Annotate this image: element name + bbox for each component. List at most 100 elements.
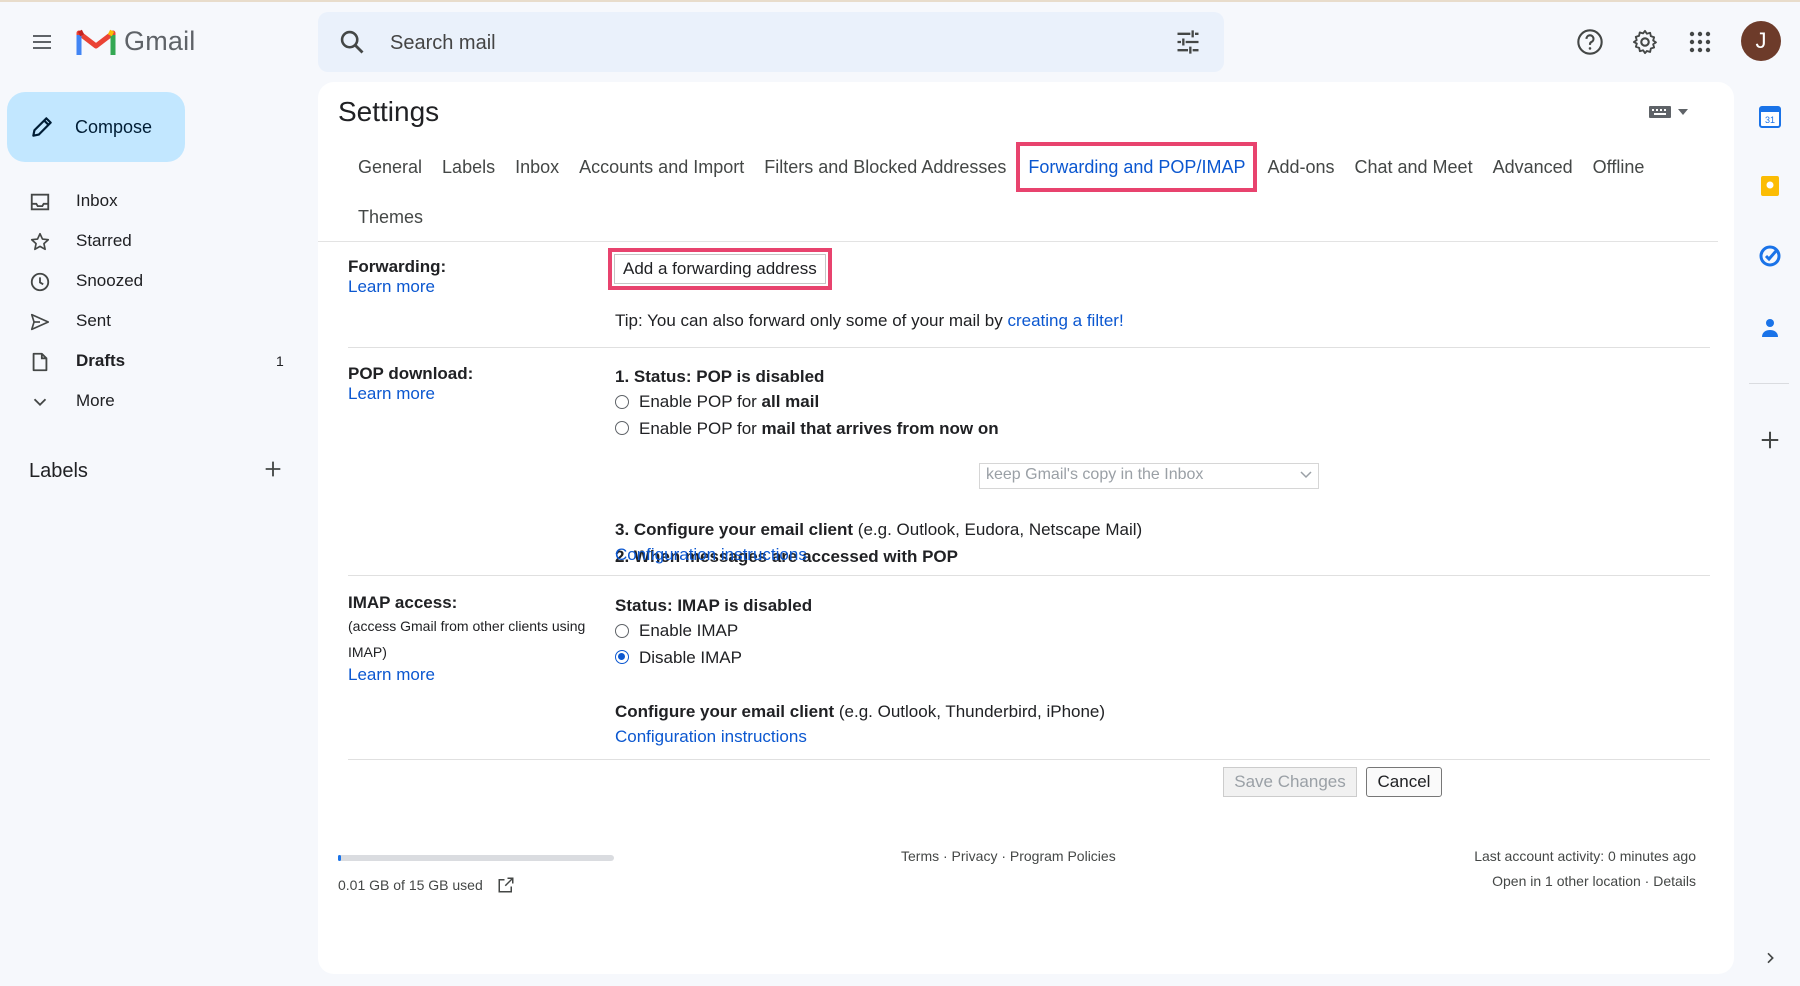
get-addons-button[interactable]: [1757, 427, 1783, 453]
inbox-icon: [29, 191, 51, 213]
gear-icon: [1632, 29, 1657, 55]
activity-details-link[interactable]: Open in 1 other location · Details: [1474, 869, 1696, 894]
tab-filters-and-blocked-addresses[interactable]: Filters and Blocked Addresses: [754, 142, 1016, 192]
tab-forwarding-and-pop-imap[interactable]: Forwarding and POP/IMAP: [1016, 142, 1258, 192]
create-filter-link[interactable]: creating a filter!: [1007, 311, 1123, 330]
radio-button[interactable]: [615, 421, 629, 435]
option-label: Disable IMAP: [639, 647, 742, 667]
radio-button[interactable]: [615, 394, 629, 409]
search-button[interactable]: [338, 28, 366, 56]
search-input[interactable]: [388, 24, 1132, 62]
account-avatar[interactable]: J: [1741, 21, 1781, 61]
nav-item-starred[interactable]: Starred: [0, 221, 300, 261]
nav-item-drafts[interactable]: Drafts 1: [0, 341, 300, 381]
pop-access-select[interactable]: keep Gmail's copy in the Inbox: [979, 463, 1319, 489]
radio-button-selected[interactable]: [615, 650, 629, 664]
imap-learn-more-link[interactable]: Learn more: [348, 665, 435, 684]
section-divider: [348, 575, 1710, 576]
pop-settings: 1. Status: POP is disabled Enable POP fo…: [615, 364, 999, 442]
pop-new-mail-option[interactable]: Enable POP for mail that arrives from no…: [615, 416, 999, 441]
tasks-app-button[interactable]: [1757, 243, 1783, 269]
imap-section-label: IMAP access: (access Gmail from other cl…: [348, 593, 618, 685]
tab-general[interactable]: General: [348, 142, 432, 192]
open-external-icon[interactable]: [497, 876, 515, 894]
tab-chat-and-meet[interactable]: Chat and Meet: [1345, 142, 1483, 192]
top-border: [0, 0, 1800, 2]
enable-imap-option[interactable]: Enable IMAP: [615, 618, 738, 643]
disable-imap-option[interactable]: Disable IMAP: [615, 645, 742, 670]
main-menu-button[interactable]: [22, 22, 62, 62]
support-button[interactable]: [1570, 22, 1610, 62]
app-name: Gmail: [124, 26, 196, 56]
radio-button[interactable]: [615, 623, 629, 638]
imap-sub-label: (access Gmail from other clients using I…: [348, 618, 586, 660]
draft-icon: [29, 351, 51, 373]
imap-configure: Configure your email client (e.g. Outloo…: [615, 702, 1106, 746]
tab-add-ons[interactable]: Add-ons: [1257, 142, 1344, 192]
storage-usage: 0.01 GB of 15 GB used: [338, 876, 515, 894]
compose-button[interactable]: Compose: [7, 92, 185, 162]
search-bar[interactable]: [318, 12, 1224, 72]
send-icon: [29, 311, 51, 333]
star-icon: [29, 231, 51, 253]
footer-links[interactable]: Terms · Privacy · Program Policies: [901, 848, 1116, 864]
storage-bar: [338, 855, 614, 861]
tab-accounts-and-import[interactable]: Accounts and Import: [569, 142, 754, 192]
caret-down-icon: [1678, 109, 1688, 115]
keyboard-icon: [1649, 106, 1671, 118]
contacts-app-button[interactable]: [1757, 315, 1783, 341]
google-apps-button[interactable]: [1680, 22, 1720, 62]
nav-label: Snoozed: [76, 271, 144, 290]
pop-status: 1. Status: POP is disabled: [615, 367, 825, 386]
imap-settings: Status: IMAP is disabled Enable IMAP Dis…: [615, 593, 812, 671]
keep-app-button[interactable]: [1757, 173, 1783, 199]
pop-learn-more-link[interactable]: Learn more: [348, 384, 435, 403]
imap-label: IMAP access:: [348, 593, 458, 612]
nav-item-more[interactable]: More: [0, 381, 300, 421]
gmail-logo[interactable]: Gmail: [76, 26, 196, 57]
nav-item-snoozed[interactable]: Snoozed: [0, 261, 300, 301]
add-forwarding-address-button[interactable]: Add a forwarding address: [614, 254, 826, 284]
tabs-divider: [318, 241, 1718, 242]
tab-offline[interactable]: Offline: [1583, 142, 1655, 192]
storage-fill: [338, 855, 341, 861]
cancel-button[interactable]: Cancel: [1366, 767, 1442, 797]
show-side-panel-button[interactable]: [1757, 945, 1783, 971]
forwarding-button-highlight: Add a forwarding address: [608, 248, 832, 290]
tab-labels[interactable]: Labels: [432, 142, 505, 192]
nav-item-inbox[interactable]: Inbox: [0, 181, 300, 221]
search-options-button[interactable]: [1174, 28, 1202, 56]
imap-config-instructions-link[interactable]: Configuration instructions: [615, 727, 807, 746]
tab-advanced[interactable]: Advanced: [1483, 142, 1583, 192]
plus-icon: [265, 461, 281, 477]
save-changes-button[interactable]: Save Changes: [1223, 767, 1357, 797]
calendar-app-button[interactable]: 31: [1757, 104, 1783, 130]
section-divider: [348, 759, 1710, 760]
page-title: Settings: [338, 96, 440, 127]
settings-panel: Settings General Labels Inbox Accounts a…: [318, 82, 1734, 974]
tab-themes[interactable]: Themes: [348, 192, 433, 242]
tab-inbox[interactable]: Inbox: [505, 142, 569, 192]
option-label: Enable POP for mail that arrives from no…: [639, 418, 999, 438]
forwarding-label: Forwarding:: [348, 257, 447, 276]
pop-label: POP download:: [348, 364, 474, 383]
forwarding-section-label: Forwarding: Learn more: [348, 257, 446, 297]
settings-button[interactable]: [1625, 22, 1665, 62]
forwarding-learn-more-link[interactable]: Learn more: [348, 277, 435, 296]
hamburger-icon: [33, 35, 51, 49]
pop-config-instructions-link[interactable]: Configuration instructions: [615, 545, 807, 564]
tasks-icon: [1759, 245, 1781, 267]
gmail-m-icon: [76, 29, 116, 55]
drafts-count: 1: [276, 353, 284, 369]
account-activity: Last account activity: 0 minutes ago Ope…: [1474, 844, 1696, 894]
help-icon: [1577, 29, 1603, 55]
create-label-button[interactable]: [262, 458, 284, 480]
nav-label: Drafts: [76, 351, 126, 370]
section-divider: [348, 347, 1710, 348]
pop-all-mail-option[interactable]: Enable POP for all mail: [615, 389, 819, 414]
input-tools-button[interactable]: [1648, 104, 1688, 120]
nav-item-sent[interactable]: Sent: [0, 301, 300, 341]
nav-label: Starred: [76, 231, 132, 250]
chevron-down-icon: [29, 391, 51, 413]
svg-text:31: 31: [1765, 115, 1775, 125]
